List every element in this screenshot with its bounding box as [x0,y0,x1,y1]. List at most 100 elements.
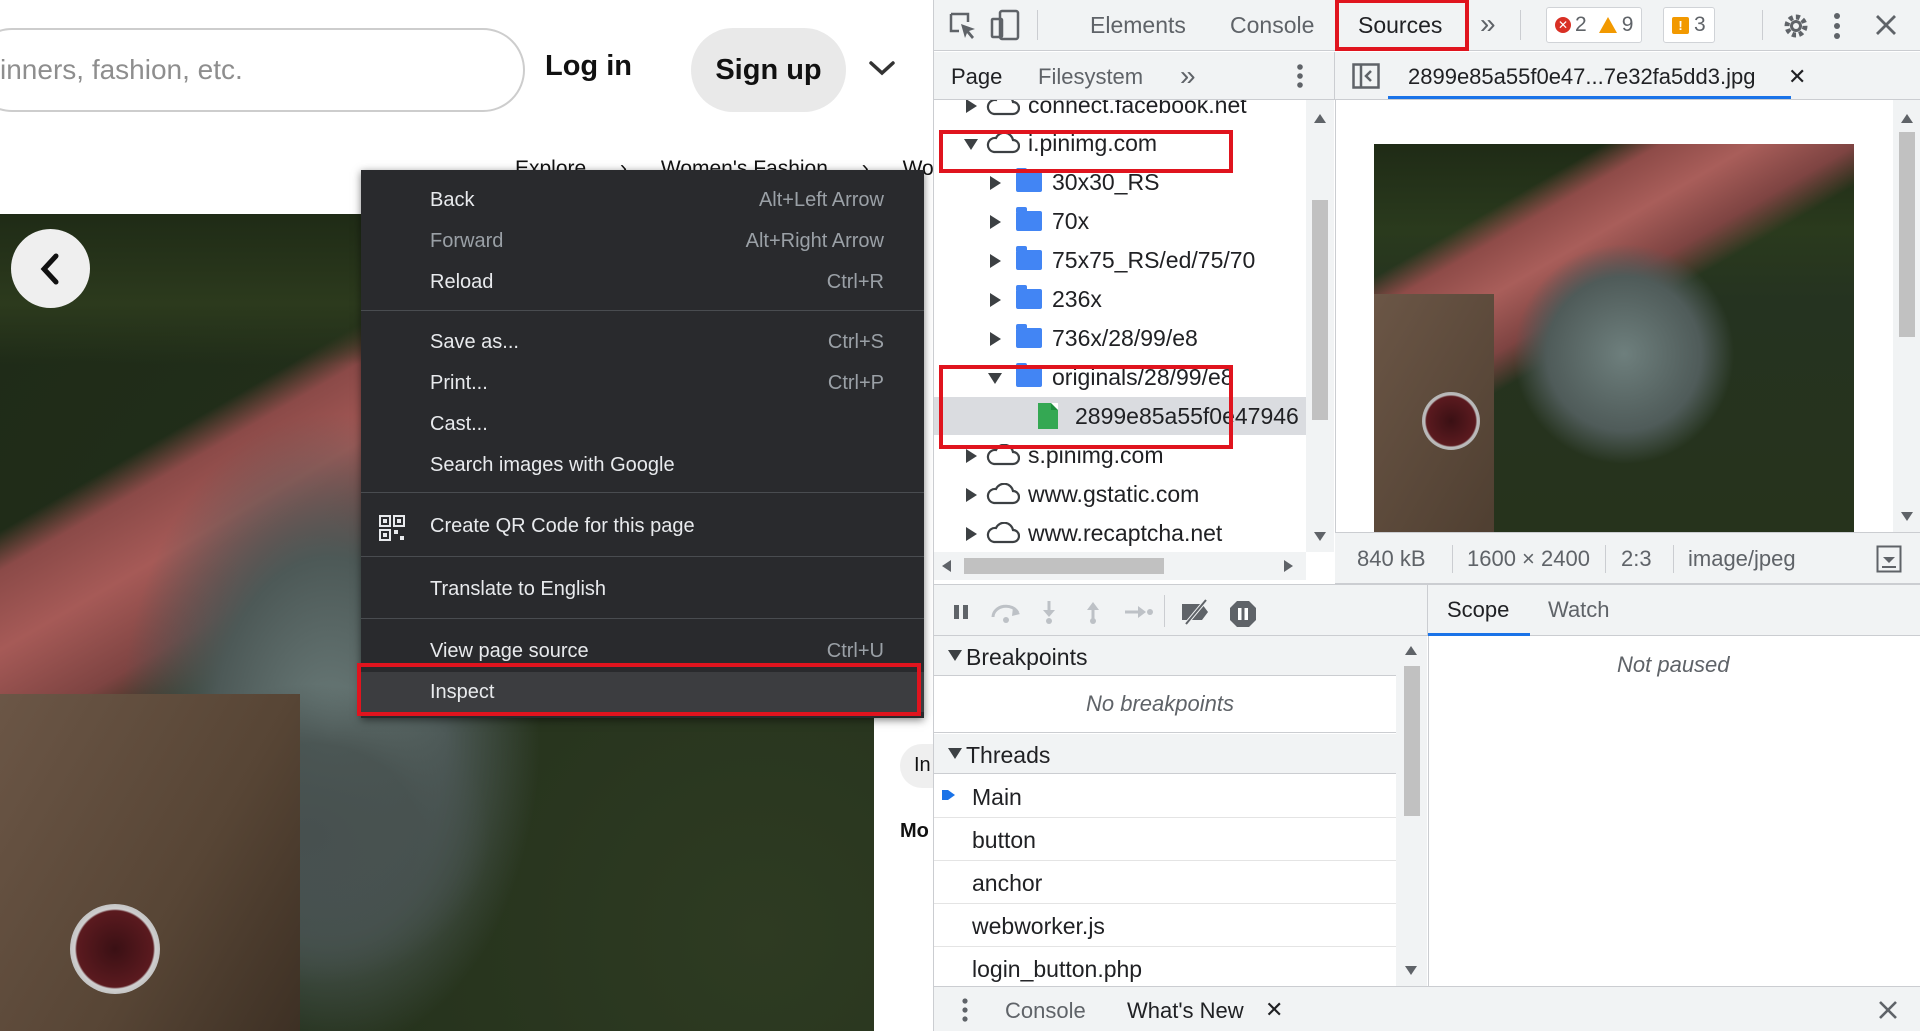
highlight-originals-file [939,365,1233,449]
more-heading-partial: Mo [900,820,929,842]
scroll-up-arrow-icon[interactable] [1901,114,1913,123]
table-surface [0,694,300,1031]
image-aspect-ratio: 2:3 [1621,546,1652,571]
pause-on-exceptions-icon[interactable] [1228,599,1258,627]
error-warning-badge[interactable]: ✕ 2 9 [1546,7,1643,43]
expand-arrow-icon[interactable] [990,176,1001,190]
pause-icon[interactable] [948,599,974,625]
tab-elements[interactable]: Elements [1090,12,1186,39]
tree-item-folder[interactable]: 70x [934,202,1306,240]
thread-item[interactable]: webworker.js [934,904,1396,947]
tab-watch[interactable]: Watch [1548,597,1610,623]
scroll-right-arrow-icon[interactable] [1284,560,1293,572]
tab-filesystem[interactable]: Filesystem [1038,64,1143,90]
step-into-icon[interactable] [1036,599,1062,625]
open-file-tab[interactable]: 2899e85a55f0e47...7e32fa5dd3.jpg ✕ [1388,52,1908,100]
tree-item-folder[interactable]: 736x/28/99/e8 [934,319,1306,357]
menu-item-create-qr[interactable]: Create QR Code for this page [361,508,924,544]
download-icon[interactable] [1876,545,1902,573]
deactivate-breakpoints-icon[interactable] [1178,599,1214,625]
step-over-icon[interactable] [988,599,1024,625]
expand-arrow-icon[interactable] [966,527,977,541]
more-subtabs-icon[interactable]: » [1180,60,1196,92]
thread-item-main[interactable]: Main [934,775,1396,818]
menu-item-save-as[interactable]: Save as... Ctrl+S [361,324,924,360]
scroll-up-arrow-icon[interactable] [1314,114,1326,123]
debugger-sidebar: Breakpoints No breakpoints Threads Main … [934,636,1427,986]
scroll-up-arrow-icon[interactable] [1405,646,1417,655]
expand-arrow-icon[interactable] [966,449,977,463]
expand-arrow-icon[interactable] [966,488,977,502]
tree-item-folder[interactable]: 75x75_RS/ed/75/70 [934,241,1306,279]
close-icon[interactable]: ✕ [1265,997,1283,1023]
debugger-scrollbar[interactable] [1396,636,1427,986]
menu-item-reload[interactable]: Reload Ctrl+R [361,264,924,300]
navigator-hscrollbar[interactable] [934,552,1306,580]
breakpoints-section-header[interactable]: Breakpoints [934,636,1396,676]
expand-arrow-icon[interactable] [990,293,1001,307]
more-options-icon[interactable] [1295,62,1305,90]
folder-icon [1016,246,1042,270]
back-button[interactable] [11,229,90,308]
issues-badge[interactable]: ! 3 [1663,7,1715,43]
devtools-panel: Elements Console Sources » ✕ 2 9 ! 3 Pag… [933,0,1920,1031]
expand-arrow-icon[interactable] [990,254,1001,268]
tree-item-domain[interactable]: www.gstatic.com [934,475,1306,513]
preview-image[interactable] [1374,144,1854,532]
tab-scope[interactable]: Scope [1447,597,1509,623]
scroll-down-arrow-icon[interactable] [1314,532,1326,541]
more-options-icon[interactable] [1831,11,1843,41]
search-input[interactable]: inners, fashion, etc. [0,28,525,112]
folder-icon [1016,324,1042,348]
signup-button[interactable]: Sign up [691,28,846,112]
close-icon[interactable] [1874,13,1898,37]
close-drawer-icon[interactable] [1877,999,1899,1021]
menu-item-search-images[interactable]: Search images with Google [361,447,924,483]
tree-item-domain[interactable]: connect.facebook.net [934,100,1306,124]
thread-item[interactable]: login_button.php [934,947,1396,986]
toggle-navigator-icon[interactable] [1352,63,1380,89]
scrollbar-thumb[interactable] [1404,666,1420,816]
drawer-menu-icon[interactable] [960,997,970,1023]
step-icon[interactable] [1122,599,1154,625]
scroll-down-arrow-icon[interactable] [1901,512,1913,521]
follow-button-partial[interactable]: In [900,744,933,788]
login-button[interactable]: Log in [545,50,632,83]
tree-item-domain[interactable]: www.recaptcha.net [934,514,1306,552]
error-count: 2 [1575,13,1587,36]
more-tabs-icon[interactable]: » [1480,8,1496,40]
cherry-bowl [1422,392,1480,450]
navigator-scrollbar[interactable] [1306,100,1334,552]
chevron-down-icon[interactable] [868,56,896,80]
folder-icon [1016,207,1042,231]
tree-item-folder[interactable]: 236x [934,280,1306,318]
thread-item[interactable]: anchor [934,861,1396,904]
scrollbar-thumb[interactable] [964,558,1164,574]
expand-arrow-icon[interactable] [990,215,1001,229]
scrollbar-thumb[interactable] [1312,200,1328,420]
preview-scrollbar[interactable] [1893,100,1920,532]
step-out-icon[interactable] [1080,599,1106,625]
gear-icon[interactable] [1780,10,1812,42]
device-toolbar-icon[interactable] [990,9,1020,41]
scroll-down-arrow-icon[interactable] [1405,966,1417,975]
expand-arrow-icon[interactable] [990,332,1001,346]
scroll-left-arrow-icon[interactable] [942,560,951,572]
issues-icon: ! [1672,16,1689,34]
inspect-element-icon[interactable] [948,11,978,41]
menu-item-cast[interactable]: Cast... [361,406,924,442]
close-icon[interactable]: ✕ [1788,64,1806,90]
drawer-tab-whats-new[interactable]: What's New [1127,998,1244,1024]
menu-item-print[interactable]: Print... Ctrl+P [361,365,924,401]
threads-section-header[interactable]: Threads [934,734,1396,774]
menu-item-translate[interactable]: Translate to English [361,571,924,607]
search-placeholder: inners, fashion, etc. [0,54,243,85]
thread-item[interactable]: button [934,818,1396,861]
drawer-tab-console[interactable]: Console [1005,998,1086,1024]
tab-page[interactable]: Page [951,64,1002,90]
expand-arrow-icon[interactable] [966,100,977,113]
menu-item-back[interactable]: Back Alt+Left Arrow [361,182,924,218]
scrollbar-thumb[interactable] [1899,132,1915,337]
menu-divider [361,310,924,311]
tab-console[interactable]: Console [1230,12,1314,39]
